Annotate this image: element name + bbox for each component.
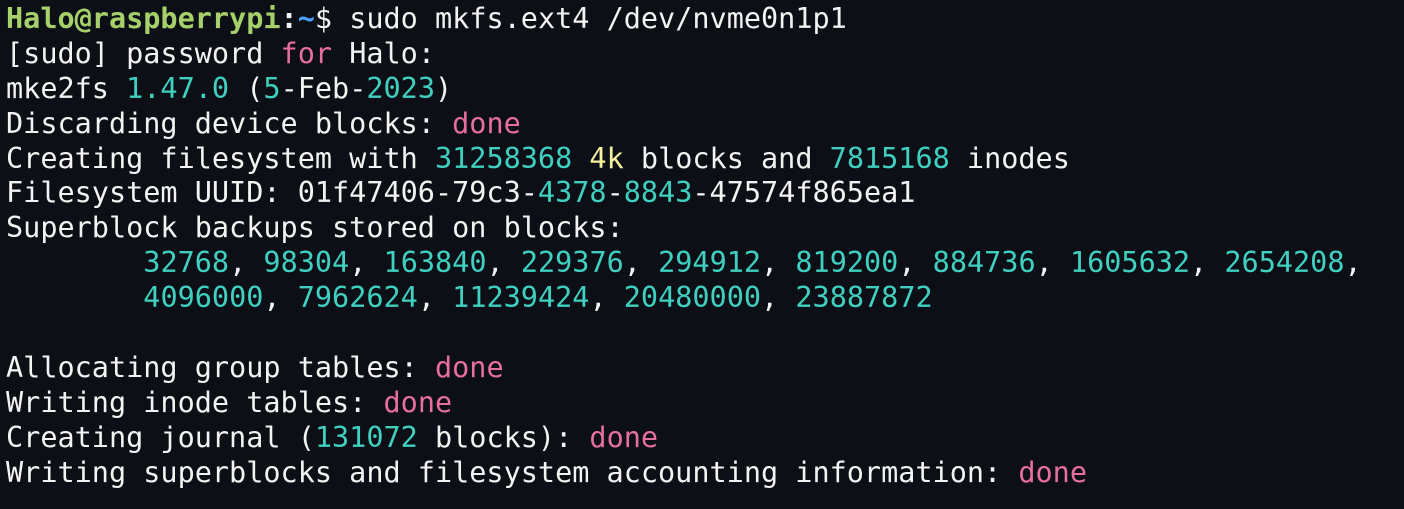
terminal-text-segment: 20480000 [623, 281, 762, 315]
terminal-line: Allocating group tables: done [6, 351, 1404, 386]
terminal-text-segment: 7962624 [297, 281, 418, 315]
terminal-text-segment: , [1190, 246, 1225, 280]
terminal-text-segment: Halo: [332, 36, 435, 70]
terminal-text-segment: , [263, 281, 298, 315]
terminal-text-segment: Discarding device blocks: [6, 106, 453, 140]
terminal-text-segment: Allocating group tables: [6, 350, 435, 384]
terminal-line: mke2fs 1.47.0 (5-Feb-2023) [6, 72, 1404, 107]
terminal-text-segment: 11239424 [452, 281, 590, 315]
terminal-text-segment: , [486, 246, 521, 280]
terminal-text-segment: 163840 [383, 246, 487, 280]
terminal-text-segment: mke2fs [6, 71, 127, 105]
terminal-line: Creating journal (131072 blocks): done [6, 421, 1404, 456]
terminal-text-segment: , [1035, 246, 1070, 280]
terminal-text-segment: 819200 [795, 246, 899, 280]
terminal-text-segment: - [606, 176, 624, 210]
terminal-text-segment: , [589, 281, 624, 315]
terminal-text-segment: done [1018, 455, 1087, 489]
terminal-line: Writing inode tables: done [6, 386, 1404, 421]
terminal-text-segment: Creating filesystem with [6, 141, 435, 175]
terminal-text-segment: ~ [297, 2, 315, 35]
terminal-text-segment: 229376 [520, 246, 624, 280]
terminal-line: [sudo] password for Halo: [6, 37, 1404, 72]
terminal-text-segment: blocks): [417, 420, 590, 454]
terminal-line: Halo@raspberrypi:~$ sudo mkfs.ext4 /dev/… [6, 2, 1404, 37]
terminal-text-segment: , [349, 246, 384, 280]
terminal-line: Creating filesystem with 31258368 4k blo… [6, 142, 1404, 177]
terminal-text-segment: 1605632 [1069, 246, 1191, 280]
terminal-text-segment: , [417, 281, 453, 315]
terminal-text-segment: , [761, 246, 796, 280]
terminal-output[interactable]: Halo@raspberrypi:~$ sudo mkfs.ext4 /dev/… [0, 0, 1404, 509]
terminal-text-segment: Halo@raspberrypi [6, 2, 281, 35]
terminal-text-segment: $ sudo mkfs.ext4 /dev/nvme0n1p1 [314, 2, 847, 35]
terminal-text-segment: 294912 [658, 246, 762, 280]
terminal-text-segment: Writing inode tables: [6, 385, 384, 419]
terminal-text-segment: ( [229, 71, 264, 105]
terminal-text-segment: 32768 [143, 246, 230, 280]
terminal-text-segment: , [229, 246, 264, 280]
terminal-line: 32768, 98304, 163840, 229376, 294912, 81… [6, 246, 1404, 281]
terminal-line: Superblock backups stored on blocks: [6, 211, 1404, 246]
terminal-line: 4096000, 7962624, 11239424, 20480000, 23… [6, 281, 1404, 316]
terminal-text-segment: 2023 [366, 71, 435, 105]
terminal-text-segment: blocks and [623, 141, 830, 175]
terminal-text-segment: 131072 [314, 420, 418, 454]
terminal-text-segment: ) [435, 71, 453, 105]
terminal-text-segment: done [452, 106, 521, 140]
terminal-text-segment: Filesystem UUID: 01f47406-79c3- [6, 176, 538, 210]
terminal-text-segment: -47574f865ea1 [692, 176, 916, 210]
terminal-text-segment: Writing superblocks and filesystem accou… [6, 455, 1019, 489]
terminal-text-segment: , [1344, 246, 1362, 280]
terminal-text-segment: 5 [263, 71, 281, 105]
terminal-text-segment: 98304 [263, 246, 350, 280]
terminal-text-segment: inodes [949, 141, 1070, 175]
terminal-text-segment: 31258368 [434, 141, 573, 175]
terminal-text-segment: [sudo] password [6, 36, 281, 70]
terminal-text-segment: : [280, 2, 298, 35]
terminal-text-segment: 8843 [623, 176, 693, 210]
terminal-text-segment: Creating journal ( [6, 420, 315, 454]
terminal-text-segment: 7815168 [829, 141, 950, 175]
terminal-text-segment: 884736 [932, 246, 1036, 280]
terminal-text-segment: 4096000 [143, 281, 264, 315]
terminal-text-segment: 23887872 [795, 281, 933, 315]
terminal-line: Writing superblocks and filesystem accou… [6, 456, 1404, 491]
terminal-line: Discarding device blocks: done [6, 107, 1404, 142]
terminal-text-segment: 1.47.0 [126, 71, 230, 105]
terminal-text-segment: Superblock backups stored on blocks: [6, 211, 624, 245]
terminal-text-segment: done [383, 385, 453, 419]
terminal-text-segment: 4378 [537, 176, 607, 210]
terminal-text-segment: , [623, 246, 659, 280]
terminal-text-segment: , [898, 246, 933, 280]
terminal-text-segment: , [761, 281, 796, 315]
terminal-line: Filesystem UUID: 01f47406-79c3-4378-8843… [6, 176, 1404, 211]
terminal-text-segment: for [280, 36, 333, 70]
terminal-text-segment: 4k [589, 141, 624, 175]
terminal-text-segment: done [434, 350, 504, 384]
terminal-text-segment: done [589, 420, 659, 454]
terminal-text-segment: -Feb- [280, 71, 367, 105]
terminal-text-segment: 2654208 [1224, 246, 1345, 280]
